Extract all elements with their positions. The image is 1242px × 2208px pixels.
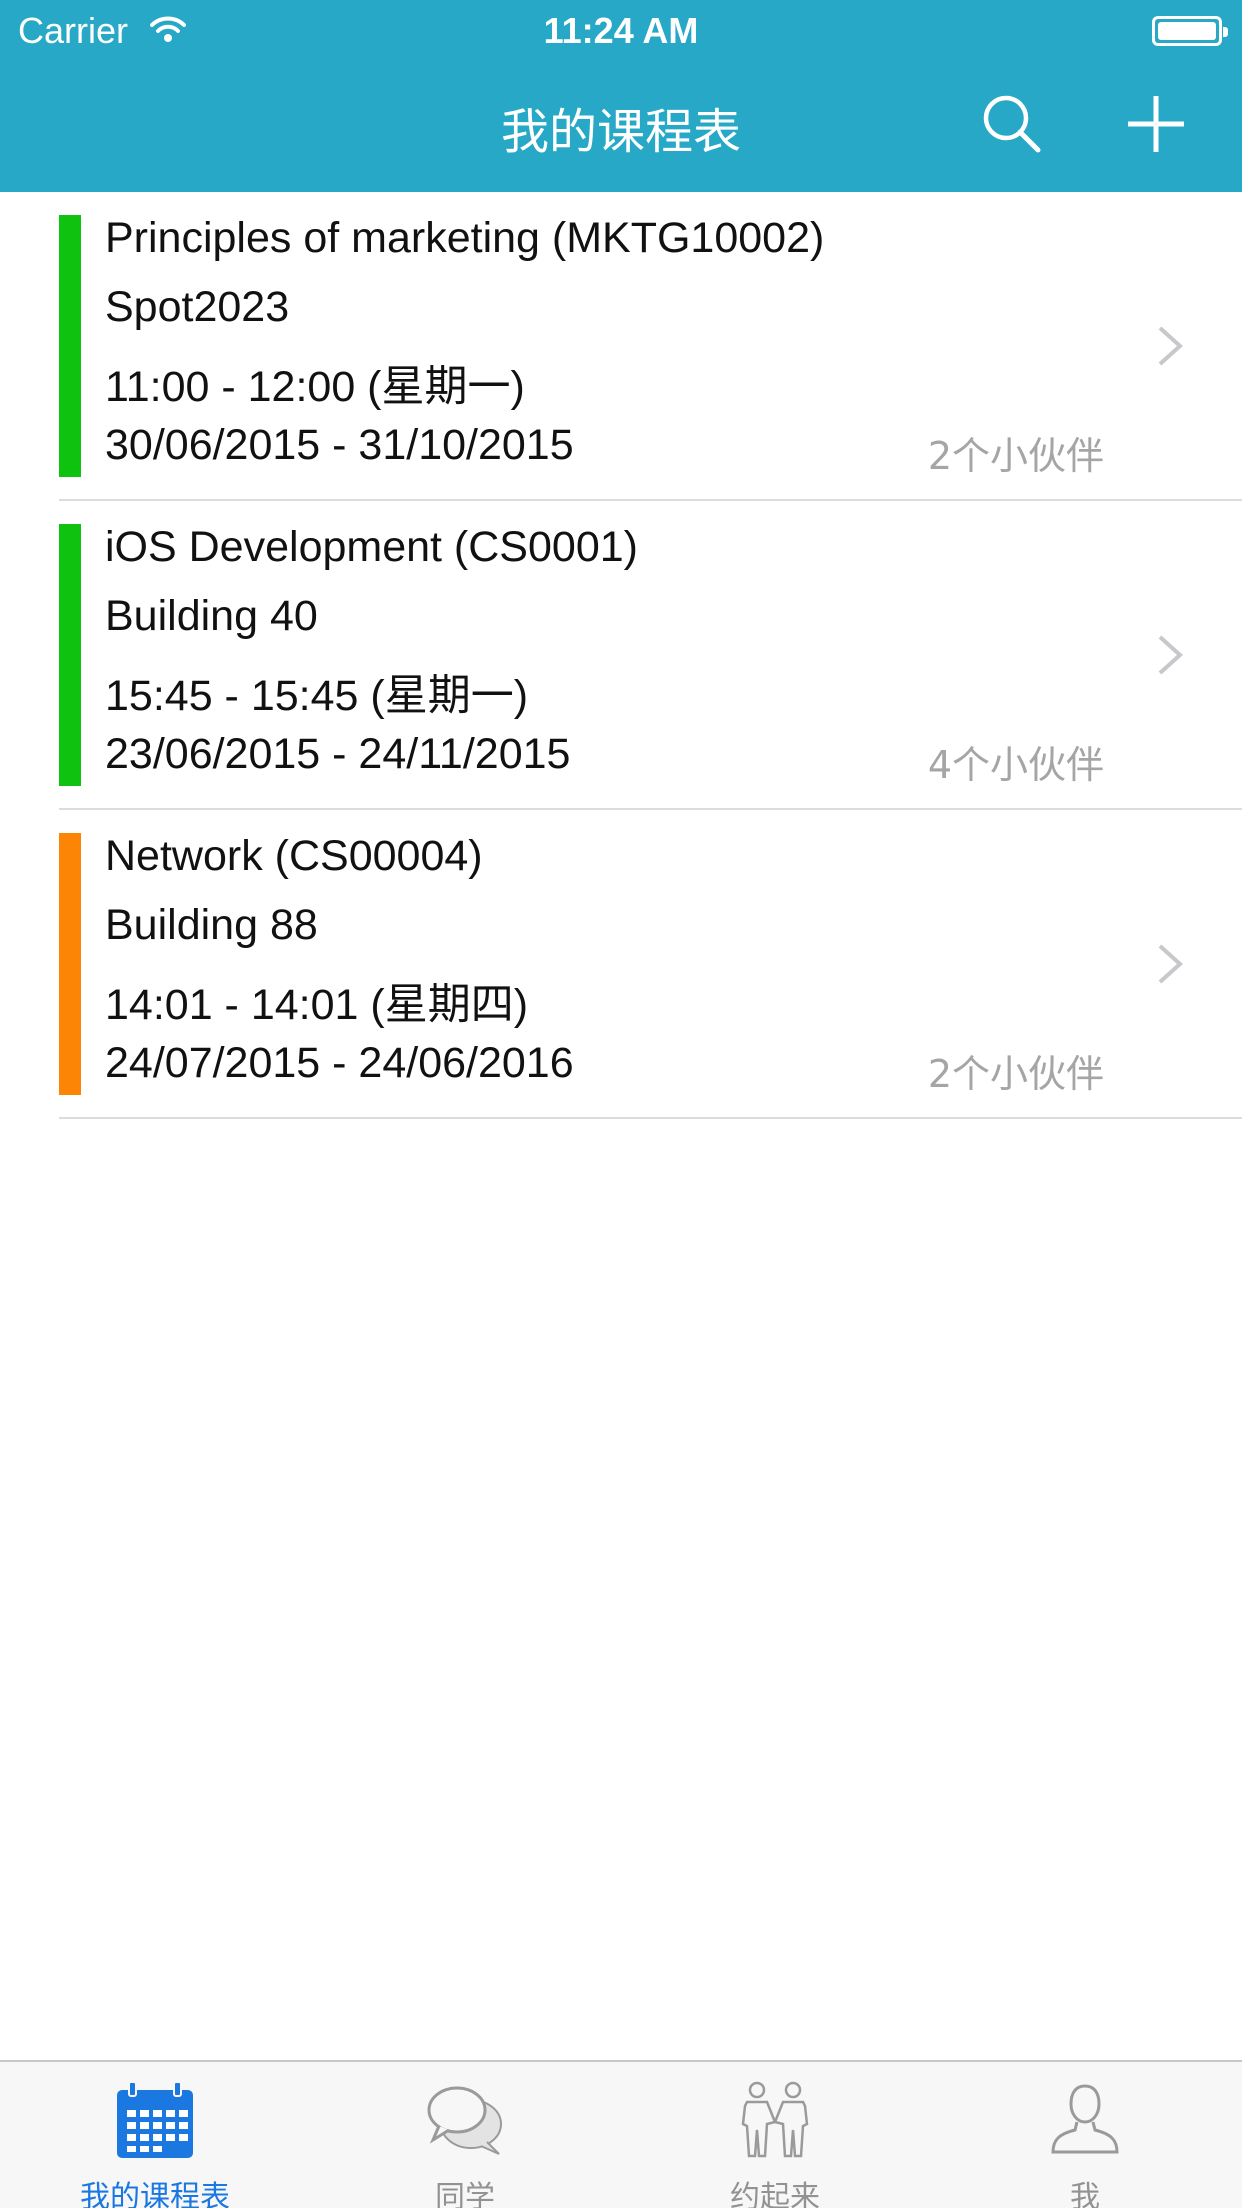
tab-me[interactable]: 我 — [930, 2062, 1240, 2208]
course-title: Network (CS00004) — [105, 832, 483, 880]
friends-count: 2个小伙伴 — [927, 434, 1104, 478]
friends-count: 4个小伙伴 — [927, 743, 1104, 787]
course-location: Spot2023 — [105, 283, 290, 331]
course-dates: 30/06/2015 - 31/10/2015 — [105, 421, 574, 469]
course-dates: 23/06/2015 - 24/11/2015 — [105, 730, 571, 778]
people-handshake-icon — [741, 2081, 809, 2158]
chevron-right-icon — [1158, 326, 1183, 366]
tab-meetup[interactable]: 约起来 — [620, 2062, 930, 2208]
course-title: iOS Development (CS0001) — [105, 523, 638, 571]
status-time: 11:24 AM — [543, 10, 699, 51]
friends-count: 2个小伙伴 — [927, 1052, 1104, 1096]
course-time: 14:01 - 14:01 (星期四) — [105, 981, 529, 1029]
course-color-bar — [59, 833, 81, 1095]
course-time: 15:45 - 15:45 (星期一) — [105, 672, 529, 720]
course-title: Principles of marketing (MKTG10002) — [105, 214, 825, 262]
course-row[interactable]: iOS Development (CS0001) Building 40 15:… — [0, 501, 1242, 810]
tab-classmates[interactable]: 同学 — [310, 2062, 620, 2208]
course-time: 11:00 - 12:00 (星期一) — [105, 363, 525, 411]
chevron-right-icon — [1158, 944, 1183, 984]
course-location: Building 40 — [105, 592, 318, 640]
course-list: Principles of marketing (MKTG10002) Spot… — [0, 192, 1242, 1119]
tab-bar: 我的课程表 同学 约起来 我 — [0, 2060, 1242, 2208]
tab-label: 约起来 — [730, 2180, 820, 2208]
header: Carrier 11:24 AM 我的课程表 — [0, 0, 1242, 192]
chevron-right-icon — [1158, 635, 1183, 675]
calendar-icon — [117, 2081, 193, 2158]
tab-label: 我的课程表 — [80, 2180, 230, 2208]
course-color-bar — [59, 215, 81, 477]
chat-bubbles-icon — [427, 2086, 502, 2155]
search-icon[interactable] — [980, 92, 1044, 156]
tab-label: 我 — [1070, 2180, 1100, 2208]
course-dates: 24/07/2015 - 24/06/2016 — [105, 1039, 574, 1087]
course-location: Building 88 — [105, 901, 318, 949]
battery-icon — [1152, 16, 1228, 46]
tab-label: 同学 — [435, 2180, 495, 2208]
page-title: 我的课程表 — [500, 104, 741, 160]
status-bar: Carrier 11:24 AM — [0, 0, 1242, 60]
course-color-bar — [59, 524, 81, 786]
tab-my-schedule[interactable]: 我的课程表 — [0, 2062, 310, 2208]
row-divider — [59, 1117, 1242, 1119]
person-icon — [1051, 2084, 1119, 2154]
course-row[interactable]: Network (CS00004) Building 88 14:01 - 14… — [0, 810, 1242, 1119]
add-icon[interactable] — [1124, 92, 1188, 156]
course-row[interactable]: Principles of marketing (MKTG10002) Spot… — [0, 192, 1242, 501]
